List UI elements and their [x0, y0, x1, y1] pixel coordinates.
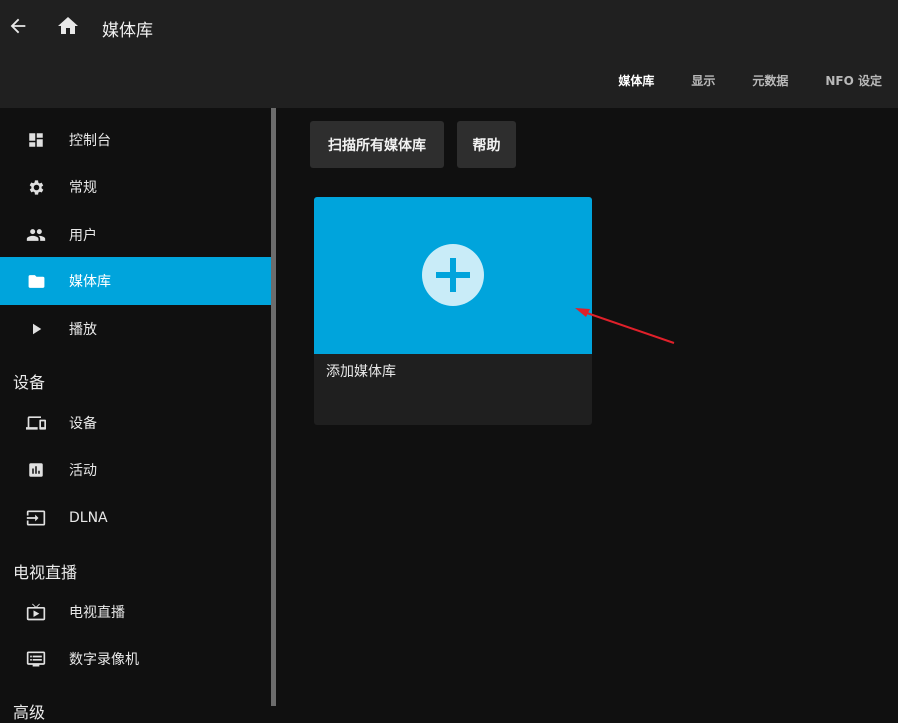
devices-icon [26, 413, 46, 433]
page-title: 媒体库 [102, 21, 153, 41]
home-button[interactable] [54, 12, 82, 40]
tab-display[interactable]: 显示 [691, 72, 715, 92]
sidebar-item-label: 控制台 [69, 133, 111, 149]
dashboard-icon [26, 130, 46, 150]
section-title-advanced: 高级 [13, 703, 46, 722]
add-circle-icon [422, 244, 484, 306]
sidebar-item-label: 用户 [69, 228, 97, 244]
add-library-label: 添加媒体库 [326, 364, 396, 380]
arrow-left-icon [10, 18, 26, 34]
sidebar-item-playback[interactable]: 播放 [0, 305, 271, 353]
activity-icon [26, 460, 46, 480]
sidebar-item-libraries[interactable]: 媒体库 [0, 257, 271, 305]
sidebar-item-label: 常规 [69, 180, 97, 196]
back-button[interactable] [4, 12, 32, 40]
sidebar-item-label: 播放 [69, 322, 97, 338]
tab-metadata[interactable]: 元数据 [752, 72, 788, 92]
sidebar-item-general[interactable]: 常规 [0, 163, 271, 211]
sidebar-item-label: 活动 [69, 463, 97, 479]
folder-icon [26, 271, 46, 291]
sidebar-item-users[interactable]: 用户 [0, 211, 271, 259]
sidebar-item-activity[interactable]: 活动 [0, 446, 271, 494]
sidebar-item-dvr[interactable]: 数字录像机 [0, 635, 271, 683]
sidebar-item-live-tv[interactable]: 电视直播 [0, 588, 271, 636]
sidebar-item-dashboard[interactable]: 控制台 [0, 116, 271, 164]
sidebar-item-dlna[interactable]: DLNA [0, 494, 271, 542]
top-bar: 媒体库 媒体库 显示 元数据 NFO 设定 [0, 0, 898, 108]
sidebar-item-label: DLNA [69, 510, 108, 526]
play-icon [26, 319, 46, 339]
sidebar-item-label: 设备 [69, 416, 97, 432]
scan-all-libraries-button[interactable]: 扫描所有媒体库 [310, 121, 444, 168]
section-title-live-tv: 电视直播 [13, 563, 78, 582]
help-button[interactable]: 帮助 [457, 121, 516, 168]
add-library-card[interactable]: 添加媒体库 [314, 197, 592, 425]
sidebar-scrollbar[interactable] [271, 108, 276, 706]
add-library-card-image [314, 197, 592, 354]
sidebar: 控制台 常规 用户 媒体库 播放 设备 设备 活动 DLNA 电视直播 电视直播… [0, 108, 271, 722]
home-icon [58, 17, 78, 34]
sidebar-item-label: 媒体库 [69, 274, 111, 290]
people-icon [26, 225, 46, 245]
tab-bar: 媒体库 显示 元数据 NFO 设定 [618, 72, 898, 92]
dvr-icon [26, 649, 46, 669]
sidebar-item-label: 数字录像机 [69, 652, 139, 668]
tab-nfo-settings[interactable]: NFO 设定 [825, 72, 882, 92]
sidebar-item-label: 电视直播 [69, 605, 125, 621]
section-title-devices: 设备 [13, 373, 46, 392]
sidebar-item-devices[interactable]: 设备 [0, 399, 271, 447]
live-tv-icon [26, 602, 46, 622]
gear-icon [26, 177, 46, 197]
input-icon [26, 508, 46, 528]
annotation-arrow-icon [575, 308, 675, 344]
tab-libraries[interactable]: 媒体库 [618, 72, 654, 92]
